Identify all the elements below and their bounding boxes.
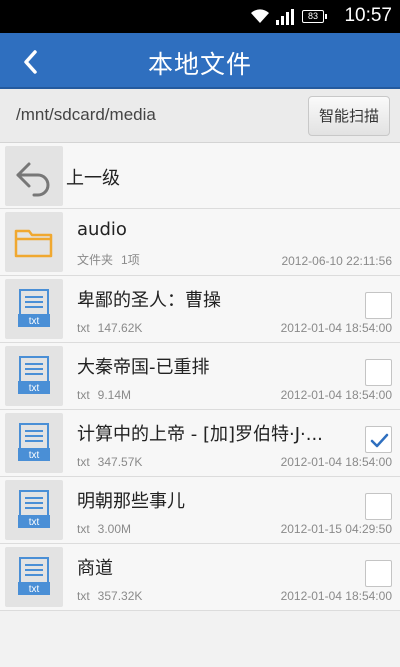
- file-type: txt: [77, 388, 90, 402]
- file-icon-box: [5, 212, 63, 272]
- up-level-label: 上一级: [66, 168, 120, 189]
- file-meta: txt 147.62K: [77, 321, 142, 335]
- file-checkbox[interactable]: [365, 493, 392, 520]
- file-name: 商道: [77, 558, 113, 579]
- file-name: audio: [77, 219, 127, 240]
- file-icon-box: txt: [5, 480, 63, 540]
- signal-icon: [276, 9, 294, 25]
- page-title: 本地文件: [147, 50, 252, 79]
- file-name: 大秦帝国-已重排: [77, 357, 210, 378]
- file-meta: txt 3.00M: [77, 522, 131, 536]
- file-size: 3.00M: [97, 522, 132, 536]
- file-date: 2012-01-04 18:54:00: [280, 388, 392, 402]
- title-bar: 本地文件: [0, 33, 400, 89]
- file-row[interactable]: txt 明朝那些事儿 txt 3.00M 2012-01-15 04:29:50: [0, 477, 400, 544]
- file-type: 文件夹: [77, 253, 114, 267]
- checkmark-icon: [370, 433, 389, 448]
- file-type: txt: [77, 522, 90, 536]
- file-row[interactable]: txt 卑鄙的圣人：曹操 txt 147.62K 2012-01-04 18:54:00: [0, 276, 400, 343]
- file-name: 卑鄙的圣人：曹操: [77, 290, 221, 311]
- smart-scan-button[interactable]: 智能扫描: [308, 96, 390, 136]
- file-meta: txt 347.57K: [77, 455, 142, 469]
- file-row[interactable]: txt 商道 txt 357.32K 2012-01-04 18:54:00: [0, 544, 400, 611]
- file-icon-box: txt: [5, 346, 63, 406]
- file-icon-box: txt: [5, 413, 63, 473]
- battery-icon: 83: [302, 10, 327, 23]
- file-size: 357.32K: [97, 589, 143, 603]
- file-icon-box: txt: [5, 279, 63, 339]
- file-size: 347.57K: [97, 455, 143, 469]
- up-level-row[interactable]: 上一级: [0, 143, 400, 209]
- file-icon-box: txt: [5, 547, 63, 607]
- file-size: 1项: [121, 253, 140, 267]
- up-level-icon: [16, 162, 50, 197]
- wifi-icon: [251, 9, 269, 23]
- file-type: txt: [77, 455, 90, 469]
- file-meta: 文件夹 1项: [77, 251, 140, 268]
- up-level-icon-box: [5, 146, 63, 206]
- txt-file-icon: txt: [18, 490, 50, 528]
- txt-file-icon: txt: [18, 557, 50, 595]
- txt-file-icon: txt: [18, 289, 50, 327]
- file-row[interactable]: txt 大秦帝国-已重排 txt 9.14M 2012-01-04 18:54:00: [0, 343, 400, 410]
- file-date: 2012-01-04 18:54:00: [280, 589, 392, 603]
- svg-text:txt: txt: [29, 584, 40, 595]
- file-type: txt: [77, 589, 90, 603]
- file-size: 147.62K: [97, 321, 143, 335]
- file-date: 2012-01-04 18:54:00: [280, 321, 392, 335]
- svg-text:txt: txt: [29, 450, 40, 461]
- status-bar: 83 10:57: [0, 0, 400, 33]
- file-meta: txt 9.14M: [77, 388, 131, 402]
- txt-file-icon: txt: [18, 356, 50, 394]
- file-date: 2012-06-10 22:11:56: [281, 254, 392, 268]
- file-size: 9.14M: [97, 388, 132, 402]
- svg-text:txt: txt: [29, 316, 40, 327]
- file-row[interactable]: audio 文件夹 1项 2012-06-10 22:11:56: [0, 209, 400, 276]
- file-type: txt: [77, 321, 90, 335]
- txt-file-icon: txt: [18, 423, 50, 461]
- file-name: 明朝那些事儿: [77, 491, 185, 512]
- folder-icon: [14, 229, 53, 258]
- file-meta: txt 357.32K: [77, 589, 142, 603]
- file-name: 计算中的上帝 - [加]罗伯特·J·...: [77, 424, 323, 445]
- file-checkbox[interactable]: [365, 560, 392, 587]
- file-checkbox-checked[interactable]: [365, 426, 392, 453]
- file-list: 上一级 audio 文件夹 1项 2012-06-10 22:11:56 txt 卑鄙的圣…: [0, 143, 400, 611]
- file-checkbox[interactable]: [365, 359, 392, 386]
- current-path: /mnt/sdcard/media: [16, 105, 156, 124]
- path-bar: /mnt/sdcard/media 智能扫描: [0, 89, 400, 143]
- file-row[interactable]: txt 计算中的上帝 - [加]罗伯特·J·... txt 347.57K 2012-0…: [0, 410, 400, 477]
- file-checkbox[interactable]: [365, 292, 392, 319]
- file-date: 2012-01-15 04:29:50: [280, 522, 392, 536]
- status-time: 10:57: [344, 5, 392, 26]
- svg-text:txt: txt: [29, 517, 40, 528]
- svg-text:txt: txt: [29, 383, 40, 394]
- file-date: 2012-01-04 18:54:00: [280, 455, 392, 469]
